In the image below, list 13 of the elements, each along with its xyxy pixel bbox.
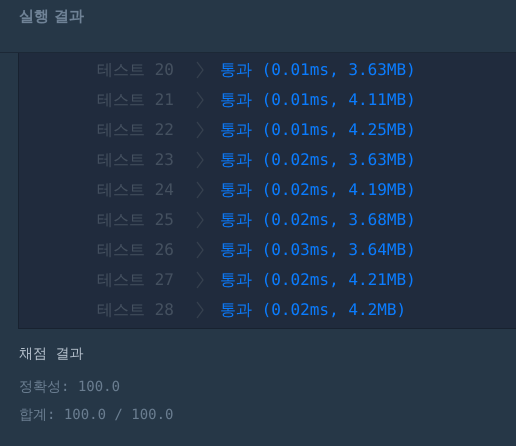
test-result: 통과 (0.02ms, 3.63MB) (220, 150, 416, 170)
test-result: 통과 (0.02ms, 4.21MB) (220, 270, 416, 290)
score-text: 정확성: 100.0 (19, 378, 122, 397)
panel-title: 실행 결과 (19, 7, 84, 25)
test-result: 통과 (0.02ms, 4.2MB) (220, 300, 406, 320)
test-result: 통과 (0.01ms, 4.11MB) (220, 90, 416, 110)
score-text: 합계: 100.0 / 100.0 (19, 406, 174, 425)
test-result: 통과 (0.01ms, 3.63MB) (220, 60, 416, 80)
test-result: 통과 (0.01ms, 4.25MB) (220, 120, 416, 140)
grading-title: 채점 결과 (19, 345, 84, 363)
test-result: 통과 (0.03ms, 3.64MB) (220, 240, 416, 260)
test-result: 통과 (0.02ms, 3.68MB) (220, 210, 416, 230)
test-result: 통과 (0.02ms, 4.19MB) (220, 180, 416, 200)
